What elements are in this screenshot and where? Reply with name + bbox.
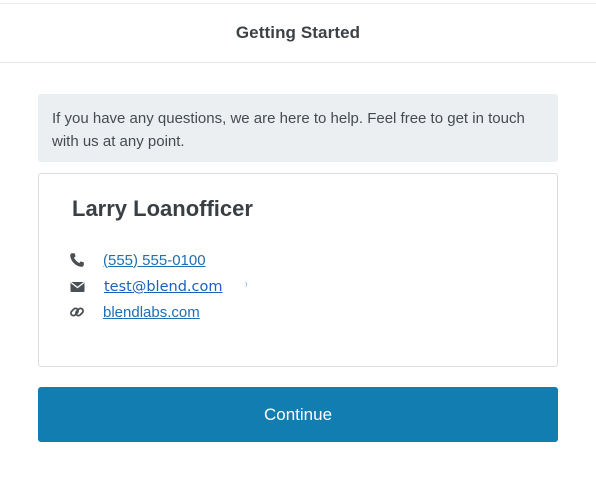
page-header: Getting Started (0, 4, 596, 63)
website-link[interactable]: blendlabs.com (103, 304, 200, 321)
mail-icon (67, 277, 87, 297)
help-banner-text: If you have any questions, we are here t… (52, 110, 525, 150)
email-link[interactable]: test@blend.com (104, 279, 222, 295)
contact-name: Larry Loanofficer (72, 196, 253, 221)
help-banner: If you have any questions, we are here t… (38, 94, 558, 162)
contact-row-website: blendlabs.com (67, 301, 200, 323)
phone-icon (67, 250, 87, 270)
contact-card: Larry Loanofficer (555) 555-0100 test@bl… (38, 173, 558, 367)
link-icon (67, 302, 87, 322)
page-title: Getting Started (235, 23, 361, 42)
contact-row-email: test@blend.com (67, 276, 222, 298)
continue-button[interactable]: Continue (38, 387, 558, 442)
stray-mark: ⁾ (245, 281, 248, 291)
phone-link[interactable]: (555) 555-0100 (103, 252, 206, 269)
contact-row-phone: (555) 555-0100 (67, 249, 206, 271)
